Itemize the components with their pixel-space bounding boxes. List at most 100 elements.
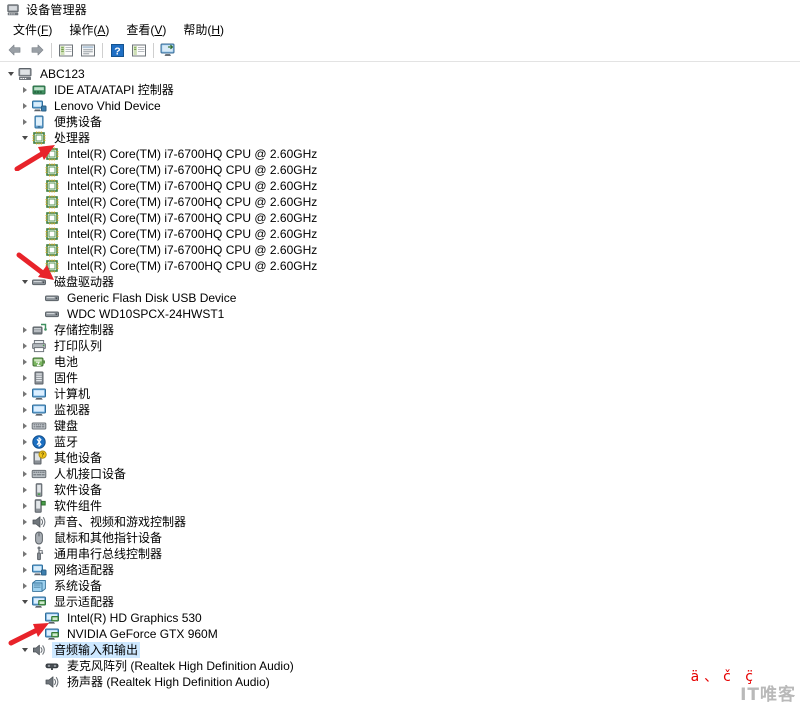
back-arrow-icon[interactable]	[4, 40, 26, 60]
show-hide-console-tree-icon[interactable]	[55, 40, 77, 60]
system-device-icon	[31, 578, 47, 594]
chevron-right-icon[interactable]	[18, 434, 31, 450]
help-icon[interactable]: ?	[106, 40, 128, 60]
tree-item-label: 固件	[54, 371, 79, 385]
processor-icon	[44, 178, 60, 194]
chevron-down-icon[interactable]	[18, 642, 31, 658]
tree-item[interactable]: 麦克风阵列 (Realtek High Definition Audio)	[0, 658, 800, 674]
chevron-right-icon[interactable]	[18, 450, 31, 466]
chevron-right-icon[interactable]	[18, 98, 31, 114]
tree-item-label: 人机接口设备	[54, 467, 127, 481]
tree-item[interactable]: 软件设备	[0, 482, 800, 498]
tree-item[interactable]: 软件组件	[0, 498, 800, 514]
chevron-right-icon[interactable]	[18, 578, 31, 594]
tree-item[interactable]: 监视器	[0, 402, 800, 418]
chevron-right-icon[interactable]	[18, 370, 31, 386]
chevron-right-icon[interactable]	[18, 418, 31, 434]
chevron-right-icon[interactable]	[18, 482, 31, 498]
processor-icon	[44, 194, 60, 210]
chevron-down-icon[interactable]	[18, 594, 31, 610]
disk-drive-icon	[44, 290, 60, 306]
tree-item[interactable]: Intel(R) HD Graphics 530	[0, 610, 800, 626]
device-tree[interactable]: ABC123 IDE ATA/ATAPI 控制器 Lenovo Vhid Devic…	[0, 62, 800, 690]
tree-item[interactable]: 固件	[0, 370, 800, 386]
tree-item-label: Intel(R) Core(TM) i7-6700HQ CPU @ 2.60GH…	[67, 243, 318, 257]
portable-device-icon	[31, 114, 47, 130]
tree-item[interactable]: Generic Flash Disk USB Device	[0, 290, 800, 306]
tree-item[interactable]: 鼠标和其他指针设备	[0, 530, 800, 546]
chevron-right-icon[interactable]	[18, 546, 31, 562]
tree-item[interactable]: NVIDIA GeForce GTX 960M	[0, 626, 800, 642]
tree-item[interactable]: 通用串行总线控制器	[0, 546, 800, 562]
chevron-right-icon[interactable]	[18, 114, 31, 130]
chevron-right-icon[interactable]	[18, 402, 31, 418]
chevron-right-icon[interactable]	[18, 562, 31, 578]
update-driver-icon[interactable]	[128, 40, 150, 60]
tree-item[interactable]: 磁盘驱动器	[0, 274, 800, 290]
chevron-right-icon[interactable]	[18, 322, 31, 338]
tree-item[interactable]: Intel(R) Core(TM) i7-6700HQ CPU @ 2.60GH…	[0, 178, 800, 194]
tree-item-label: 其他设备	[54, 451, 103, 465]
tree-item-label: Intel(R) Core(TM) i7-6700HQ CPU @ 2.60GH…	[67, 195, 318, 209]
tree-item[interactable]: 处理器	[0, 130, 800, 146]
forward-arrow-icon[interactable]	[26, 40, 48, 60]
chevron-down-icon[interactable]	[18, 274, 31, 290]
chevron-right-icon[interactable]	[18, 338, 31, 354]
tree-item-label: ABC123	[40, 67, 85, 81]
chevron-right-icon[interactable]	[18, 498, 31, 514]
tree-item-label: 麦克风阵列 (Realtek High Definition Audio)	[67, 659, 294, 673]
tree-item[interactable]: Intel(R) Core(TM) i7-6700HQ CPU @ 2.60GH…	[0, 146, 800, 162]
tree-item-label: 计算机	[54, 387, 91, 401]
tree-item-label: WDC WD10SPCX-24HWST1	[67, 307, 225, 321]
tree-item[interactable]: 打印队列	[0, 338, 800, 354]
keyboard-icon	[31, 418, 47, 434]
tree-item[interactable]: 扬声器 (Realtek High Definition Audio)	[0, 674, 800, 690]
bluetooth-icon	[31, 434, 47, 450]
tree-item[interactable]: ? 其他设备	[0, 450, 800, 466]
disk-drive-icon	[44, 306, 60, 322]
tree-item[interactable]: Intel(R) Core(TM) i7-6700HQ CPU @ 2.60GH…	[0, 162, 800, 178]
tree-item[interactable]: 声音、视频和游戏控制器	[0, 514, 800, 530]
chevron-down-icon[interactable]	[4, 66, 17, 82]
other-devices-icon: ?	[31, 450, 47, 466]
chevron-right-icon[interactable]	[18, 514, 31, 530]
tree-item[interactable]: 便携设备	[0, 114, 800, 130]
menu-item-action[interactable]: 操作(A)	[61, 20, 118, 39]
tree-item[interactable]: Intel(R) Core(TM) i7-6700HQ CPU @ 2.60GH…	[0, 258, 800, 274]
menu-item-view[interactable]: 查看(V)	[118, 20, 175, 39]
tree-item[interactable]: 网络适配器	[0, 562, 800, 578]
tree-item-label: Intel(R) Core(TM) i7-6700HQ CPU @ 2.60GH…	[67, 163, 318, 177]
tree-item[interactable]: 存储控制器	[0, 322, 800, 338]
tree-item-label: 蓝牙	[54, 435, 79, 449]
chevron-right-icon[interactable]	[18, 82, 31, 98]
tree-item[interactable]: 键盘	[0, 418, 800, 434]
tree-item[interactable]: WDC WD10SPCX-24HWST1	[0, 306, 800, 322]
tree-item[interactable]: 计算机	[0, 386, 800, 402]
chevron-down-icon[interactable]	[18, 130, 31, 146]
chevron-right-icon[interactable]	[18, 354, 31, 370]
tree-item[interactable]: Lenovo Vhid Device	[0, 98, 800, 114]
chevron-right-icon[interactable]	[18, 466, 31, 482]
tree-item[interactable]: 音频输入和输出	[0, 642, 800, 658]
tree-item-label: NVIDIA GeForce GTX 960M	[67, 627, 218, 641]
tree-item[interactable]: Intel(R) Core(TM) i7-6700HQ CPU @ 2.60GH…	[0, 210, 800, 226]
window-title: 设备管理器	[26, 3, 88, 17]
tree-item[interactable]: 人机接口设备	[0, 466, 800, 482]
properties-icon[interactable]	[77, 40, 99, 60]
tree-item[interactable]: 蓝牙	[0, 434, 800, 450]
menu-item-help[interactable]: 帮助(H)	[175, 20, 233, 39]
tree-item[interactable]: 显示适配器	[0, 594, 800, 610]
tree-item[interactable]: 系统设备	[0, 578, 800, 594]
tree-item[interactable]: Intel(R) Core(TM) i7-6700HQ CPU @ 2.60GH…	[0, 194, 800, 210]
scan-hardware-changes-icon[interactable]	[157, 40, 179, 60]
device-manager-icon	[6, 3, 20, 17]
tree-item[interactable]: Intel(R) Core(TM) i7-6700HQ CPU @ 2.60GH…	[0, 226, 800, 242]
menu-item-file[interactable]: 文件(F)	[5, 20, 61, 39]
tree-item[interactable]: ABC123	[0, 66, 800, 82]
chevron-right-icon[interactable]	[18, 530, 31, 546]
tree-item-label: Intel(R) Core(TM) i7-6700HQ CPU @ 2.60GH…	[67, 259, 318, 273]
tree-item[interactable]: 电池	[0, 354, 800, 370]
chevron-right-icon[interactable]	[18, 386, 31, 402]
tree-item[interactable]: IDE ATA/ATAPI 控制器	[0, 82, 800, 98]
tree-item[interactable]: Intel(R) Core(TM) i7-6700HQ CPU @ 2.60GH…	[0, 242, 800, 258]
